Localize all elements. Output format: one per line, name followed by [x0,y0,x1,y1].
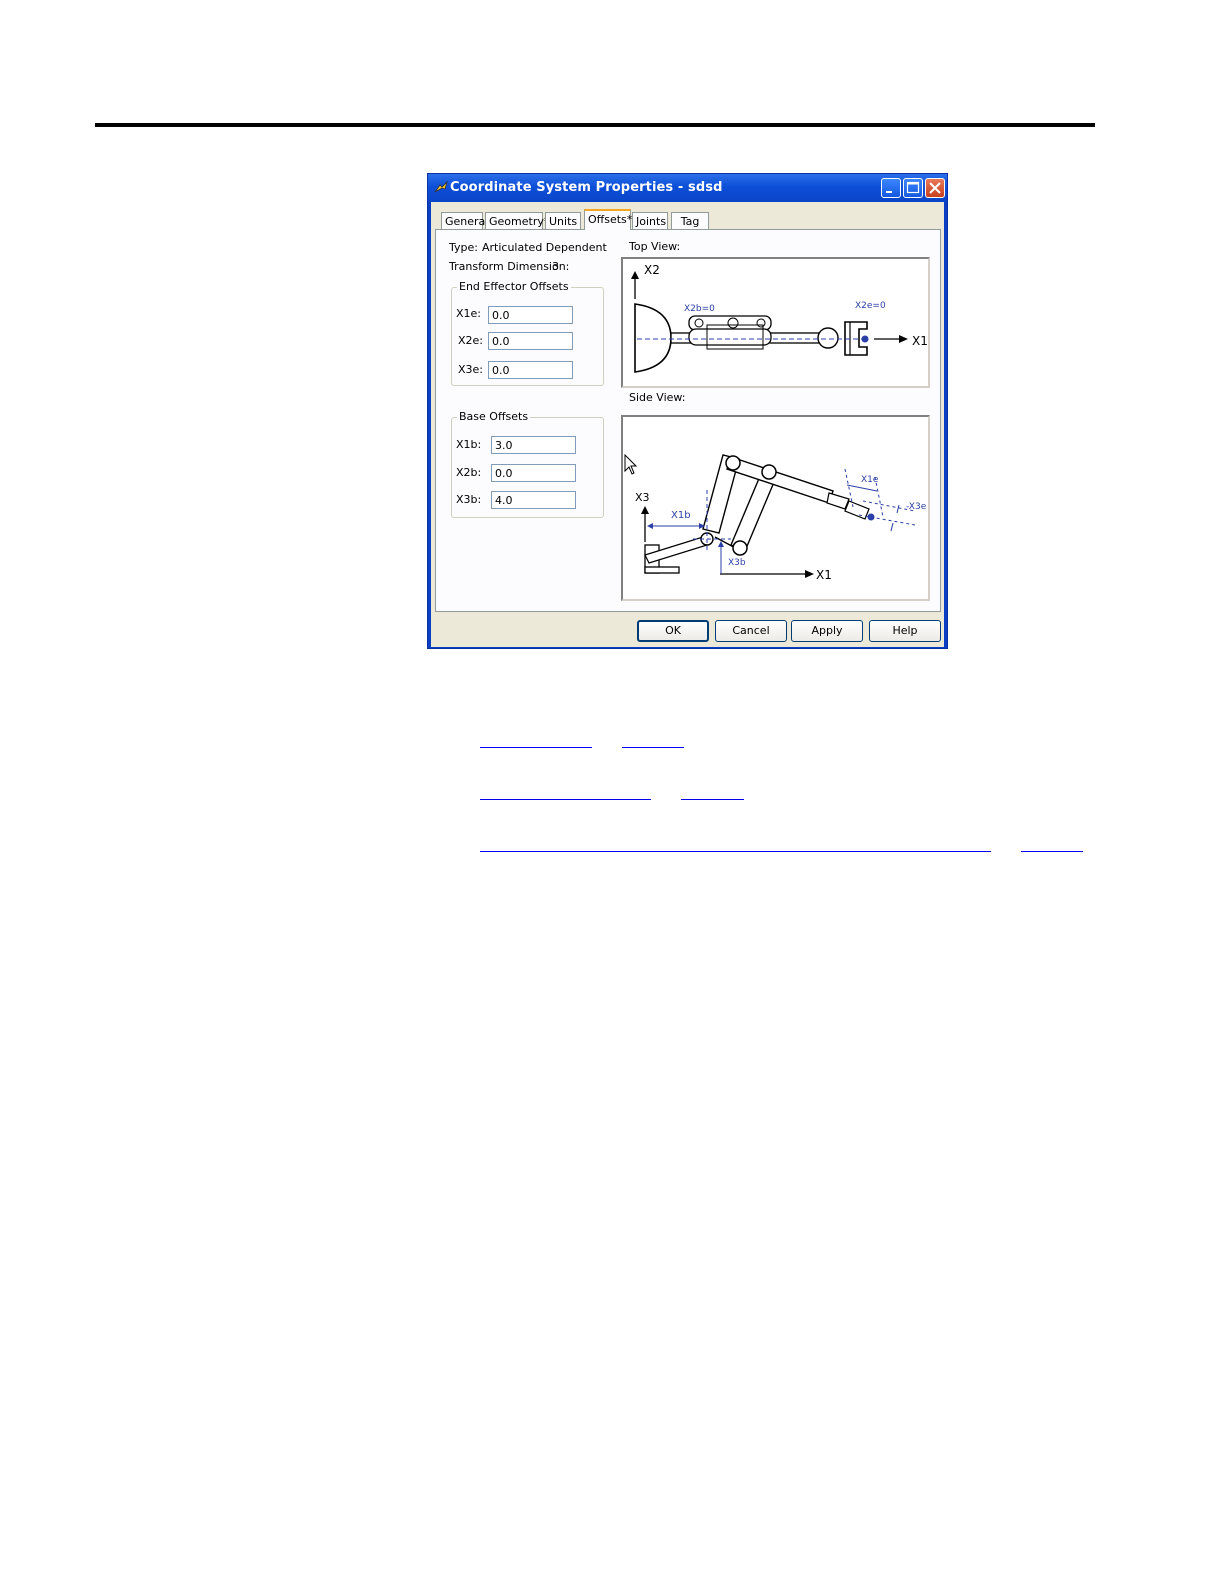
x3e-field[interactable]: 0.0 [488,361,573,379]
x3b-annotation: X3b [728,558,746,568]
x1e-annotation: X1e [861,475,879,485]
x1b-annotation: X1b [671,510,691,521]
side-view-caption: Side View: [629,391,686,404]
tab-geometry[interactable]: Geometry* [485,212,549,229]
side-x1-label: X1 [816,568,832,582]
side-view-diagram: X3 X1 X1b X3b X1e -X3e [621,415,930,601]
top-x1-label: X1 [912,334,928,348]
transform-dimension-value: 3 [552,260,559,273]
dialog-client: General Geometry* Units Offsets* Joints … [431,202,944,647]
link-3-page-underline[interactable] [1021,851,1083,852]
close-icon [929,182,941,194]
apply-button[interactable]: Apply [791,620,863,642]
window-title: Coordinate System Properties - sdsd [450,180,723,195]
header-rule [95,123,1095,127]
link-2-underline[interactable] [480,799,651,800]
x1b-field[interactable]: 3.0 [491,436,576,454]
title-bar[interactable]: Coordinate System Properties - sdsd [428,174,947,202]
x3e-annotation: -X3e [906,502,927,512]
top-view-caption: Top View: [629,240,681,253]
link-1-page-underline[interactable] [622,747,684,748]
x3e-label: X3e: [458,363,484,376]
x2e-label: X2e: [458,334,484,347]
tab-tag[interactable]: Tag [671,212,709,229]
end-effector-offsets-group: End Effector Offsets X1e: 0.0 X2e: 0.0 X… [451,280,604,386]
x1e-field[interactable]: 0.0 [488,306,573,324]
offsets-panel: Type: Articulated Dependent Transform Di… [435,229,941,612]
end-effector-offsets-legend: End Effector Offsets [457,280,571,293]
base-offsets-group: Base Offsets X1b: 3.0 X2b: 0.0 X3b: 4.0 [451,410,604,518]
x2b-annotation: X2b=0 [684,304,715,314]
ok-button[interactable]: OK [637,620,709,642]
tab-offsets[interactable]: Offsets* [584,209,632,230]
cancel-button[interactable]: Cancel [715,620,787,642]
x2b-label: X2b: [456,466,482,479]
x2e-annotation: X2e=0 [855,301,886,311]
side-x3-label: X3 [635,491,650,504]
x2e-field[interactable]: 0.0 [488,332,573,350]
tab-general[interactable]: General [441,212,488,229]
x3b-label: X3b: [456,493,482,506]
tab-units[interactable]: Units [545,212,581,229]
tab-joints[interactable]: Joints [632,212,668,229]
x3b-field[interactable]: 4.0 [491,491,576,509]
maximize-icon [906,181,920,194]
mouse-cursor-icon [624,454,638,475]
help-button[interactable]: Help [869,620,941,642]
x2b-field[interactable]: 0.0 [491,464,576,482]
link-1-underline[interactable] [480,747,592,748]
top-x2-label: X2 [644,263,660,277]
coordinate-system-properties-dialog: Coordinate System Properties - sdsd Gene… [427,173,948,649]
x1e-label: X1e: [456,307,482,320]
type-value: Articulated Dependent [482,241,607,254]
x1b-label: X1b: [456,438,482,451]
app-icon [434,180,448,193]
side-view-svg [641,454,916,578]
link-3-underline[interactable] [480,851,991,852]
top-view-svg [631,271,908,373]
top-view-diagram: X2 X1 X2b=0 X2e=0 [621,257,930,388]
maximize-button[interactable] [903,178,923,198]
link-2-page-underline[interactable] [681,799,744,800]
close-button[interactable] [925,178,945,198]
base-offsets-legend: Base Offsets [457,410,531,423]
type-label: Type: [449,241,478,254]
minimize-icon [886,191,892,193]
minimize-button[interactable] [881,178,901,198]
